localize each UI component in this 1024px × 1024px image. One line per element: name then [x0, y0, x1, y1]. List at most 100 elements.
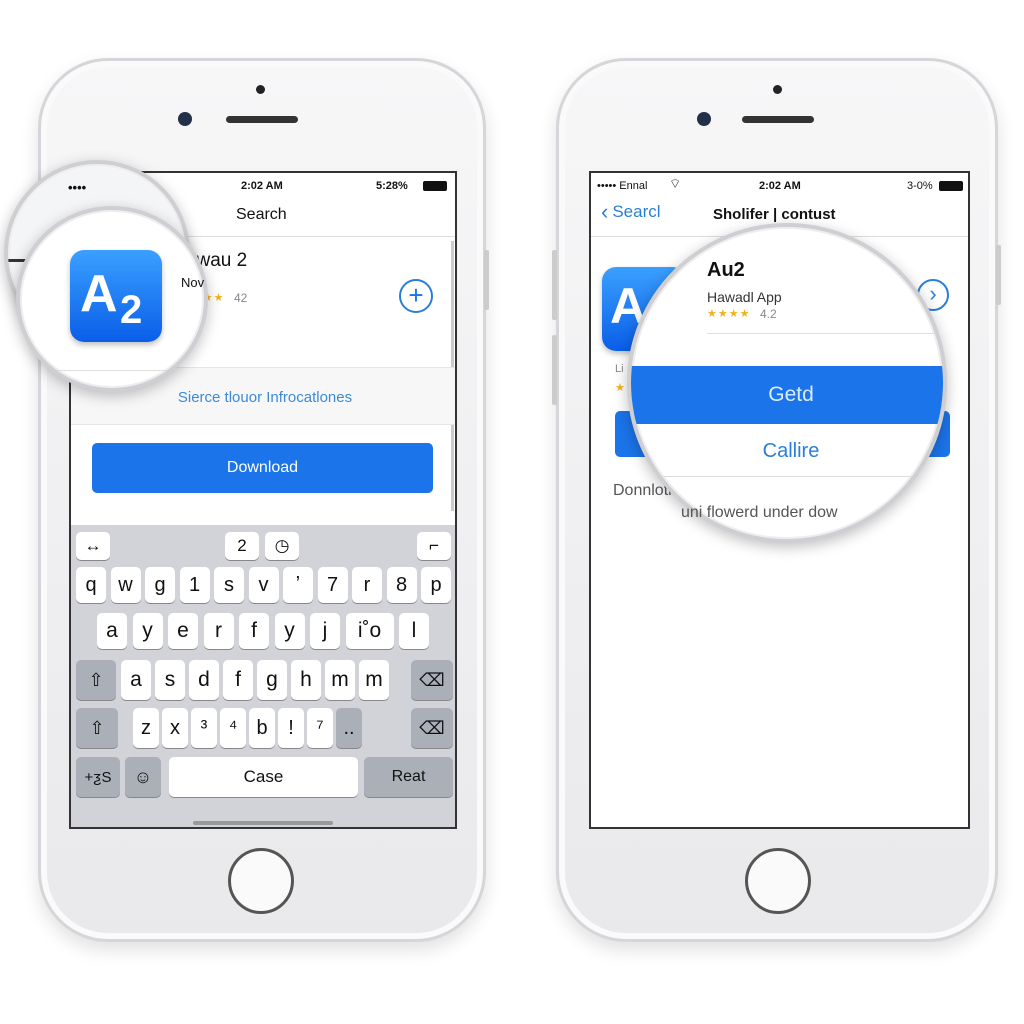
divider — [71, 424, 455, 425]
key-letter[interactable]: q — [76, 567, 106, 603]
shift-key[interactable]: ⇧ — [76, 660, 116, 700]
key-letter[interactable]: j — [310, 613, 340, 649]
key-symbol[interactable]: ⁴ — [220, 708, 246, 748]
page-title: Search — [236, 206, 287, 223]
key-symbol[interactable]: b — [249, 708, 275, 748]
key-symbol[interactable]: ⁷ — [307, 708, 333, 748]
key-letter[interactable]: a — [97, 613, 127, 649]
right-volume-up[interactable] — [552, 250, 557, 320]
page-title: Sholifer | contust — [713, 206, 836, 223]
toolbar-key[interactable]: ↔ — [76, 532, 110, 560]
key-letter[interactable]: f — [239, 613, 269, 649]
key-letter[interactable]: 1 — [179, 567, 210, 603]
app-icon-number: 2 — [120, 288, 143, 332]
battery-percent: 5:28% — [376, 180, 408, 192]
key-letter[interactable]: y — [274, 613, 305, 649]
key-letter[interactable]: 8 — [386, 567, 417, 603]
front-camera-icon — [178, 112, 192, 126]
key-letter[interactable]: e — [168, 613, 198, 649]
right-power-button[interactable] — [996, 245, 1001, 305]
key-symbol[interactable]: ! — [278, 708, 304, 748]
side-label: Li — [615, 363, 624, 375]
secondary-button[interactable]: Callire — [631, 427, 943, 477]
keyboard: ↔ 2 ◷ ⌐ q w g 1 s v ʼ 7 r 8 p a y e r f y j i˚o l ⇧ a s d f g h m m ⌫ ⇧ z x ³… — [71, 525, 455, 827]
shift-key[interactable]: ⇧ — [76, 708, 118, 748]
key-letter[interactable]: a — [121, 660, 151, 700]
back-label: Searcl — [612, 202, 661, 221]
key-symbol[interactable]: z — [133, 708, 159, 748]
info-link[interactable]: Sierce tlouor Infrocatlones — [71, 389, 455, 406]
description-line-2: uni flowerd under dow — [681, 504, 838, 521]
secondary-label: Callire — [762, 440, 820, 462]
key-letter[interactable]: l — [399, 613, 429, 649]
key-letter[interactable]: w — [110, 567, 141, 603]
emoji-key[interactable]: ☺ — [125, 757, 161, 797]
carrier-label: ••••• Ennal — [597, 180, 648, 192]
key-symbol[interactable]: x — [162, 708, 188, 748]
toolbar-key[interactable]: ⌐ — [417, 532, 451, 560]
key-letter[interactable]: r — [203, 613, 234, 649]
key-letter[interactable]: ʼ — [283, 567, 313, 603]
divider — [707, 333, 943, 334]
key-letter[interactable]: v — [248, 567, 279, 603]
chevron-left-icon: ‹ — [601, 199, 609, 224]
speaker-grill — [742, 116, 814, 123]
numbers-key[interactable]: +ƺS — [76, 757, 120, 797]
back-button[interactable]: ‹ Searcl — [601, 199, 661, 224]
key-letter[interactable]: y — [132, 613, 163, 649]
delete-key[interactable]: ⌫ — [411, 660, 453, 700]
key-letter[interactable]: 7 — [317, 567, 348, 603]
app-subtitle: Nov — [181, 275, 205, 290]
magnifier-lens: A 2 — [16, 206, 208, 392]
status-time: 2:02 AM — [241, 180, 283, 192]
right-volume-down[interactable] — [552, 335, 557, 405]
speaker-grill — [226, 116, 298, 123]
key-letter[interactable]: r — [352, 567, 382, 603]
key-letter[interactable]: i˚o — [345, 613, 394, 649]
key-symbol[interactable]: .. — [336, 708, 362, 748]
sensor-dot — [256, 85, 265, 94]
key-letter[interactable]: f — [223, 660, 253, 700]
download-label: Download — [226, 459, 299, 476]
get-button[interactable]: Getd — [631, 366, 943, 424]
space-key[interactable]: Case — [169, 757, 358, 797]
home-button[interactable] — [228, 848, 294, 914]
app-name: Au2 — [707, 259, 745, 281]
key-letter[interactable]: g — [145, 567, 175, 603]
key-letter[interactable]: s — [155, 660, 185, 700]
key-letter[interactable]: p — [421, 567, 451, 603]
battery-percent: 3-0% — [907, 180, 933, 192]
status-time: 2:02 AM — [759, 180, 801, 192]
developer-name: Hawadl App — [707, 289, 782, 305]
key-letter[interactable]: d — [189, 660, 219, 700]
battery-icon — [423, 181, 447, 191]
app-icon: A 2 — [70, 250, 162, 342]
magnifier-lens: Au2 Hawadl App ★★★★ 4.2 Getd Callire — [627, 223, 947, 543]
key-letter[interactable]: m — [359, 660, 389, 700]
key-letter[interactable]: s — [214, 567, 244, 603]
divider — [20, 370, 204, 371]
home-button[interactable] — [745, 848, 811, 914]
wifi-icon: ⌔ — [669, 176, 682, 191]
home-indicator — [193, 821, 333, 825]
toolbar-key[interactable]: 2 — [225, 532, 259, 560]
plus-circle-icon[interactable]: + — [399, 279, 433, 313]
rating-value: 42 — [234, 291, 248, 305]
signal-indicator-magnified: •••• — [68, 180, 87, 195]
return-key[interactable]: Reat — [364, 757, 453, 797]
key-symbol[interactable]: ³ — [191, 708, 217, 748]
rating-stars: ★★★★ — [707, 308, 751, 320]
toolbar-key[interactable]: ◷ — [265, 532, 299, 560]
front-camera-icon — [697, 112, 711, 126]
key-letter[interactable]: g — [257, 660, 287, 700]
side-star: ★ — [615, 382, 626, 394]
rating-value: 4.2 — [760, 307, 777, 321]
delete-key[interactable]: ⌫ — [411, 708, 453, 748]
battery-icon — [939, 181, 963, 191]
left-power-button[interactable] — [484, 250, 489, 310]
get-label: Getd — [768, 383, 814, 406]
key-letter[interactable]: m — [325, 660, 355, 700]
download-button[interactable]: Download — [92, 443, 433, 493]
key-letter[interactable]: h — [291, 660, 321, 700]
sensor-dot — [773, 85, 782, 94]
